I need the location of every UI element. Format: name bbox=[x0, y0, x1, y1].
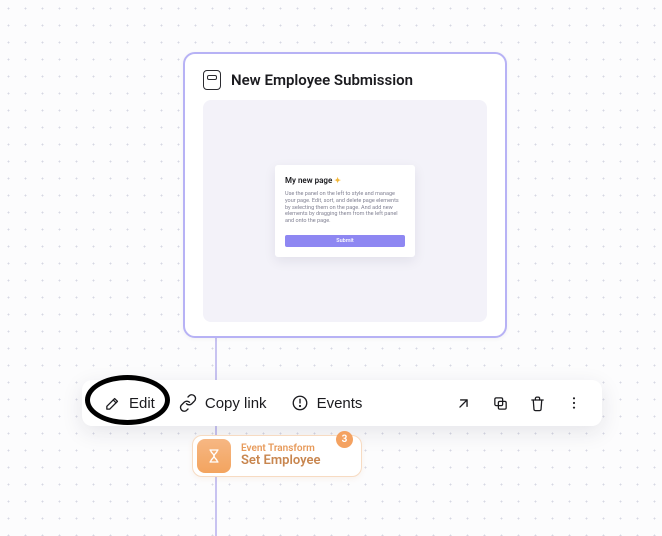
open-external-button[interactable] bbox=[445, 387, 482, 420]
events-icon bbox=[291, 394, 309, 412]
workflow-node-form[interactable]: New Employee Submission My new page✦ Use… bbox=[183, 52, 507, 338]
trash-icon bbox=[529, 395, 546, 412]
context-toolbar: Edit Copy link Events bbox=[82, 380, 602, 426]
transform-labels: Event Transform Set Employee bbox=[241, 443, 320, 469]
transform-count-badge: 3 bbox=[336, 431, 353, 448]
preview-title-text: My new page bbox=[285, 176, 332, 185]
card-title: New Employee Submission bbox=[231, 71, 413, 89]
edit-label: Edit bbox=[129, 395, 155, 412]
preview-title: My new page✦ bbox=[285, 177, 405, 185]
arrow-up-right-icon bbox=[455, 395, 472, 412]
pencil-icon bbox=[104, 395, 121, 412]
sparkle-icon: ✦ bbox=[334, 176, 341, 185]
preview-body: Use the panel on the left to style and m… bbox=[285, 191, 405, 225]
form-icon bbox=[203, 70, 221, 90]
hourglass-icon bbox=[197, 439, 231, 473]
copy-link-label: Copy link bbox=[205, 395, 267, 412]
form-preview-area: My new page✦ Use the panel on the left t… bbox=[203, 100, 487, 322]
duplicate-button[interactable] bbox=[482, 387, 519, 420]
link-icon bbox=[179, 394, 197, 412]
transform-name: Set Employee bbox=[241, 454, 320, 469]
card-header: New Employee Submission bbox=[203, 70, 487, 90]
more-vertical-icon bbox=[566, 395, 582, 411]
form-preview-card: My new page✦ Use the panel on the left t… bbox=[275, 165, 415, 257]
events-label: Events bbox=[317, 395, 363, 412]
delete-button[interactable] bbox=[519, 387, 556, 420]
events-button[interactable]: Events bbox=[279, 386, 375, 420]
more-button[interactable] bbox=[556, 387, 592, 419]
preview-submit-button: Submit bbox=[285, 235, 405, 247]
edit-button[interactable]: Edit bbox=[92, 387, 167, 420]
copy-link-button[interactable]: Copy link bbox=[167, 386, 279, 420]
copy-icon bbox=[492, 395, 509, 412]
